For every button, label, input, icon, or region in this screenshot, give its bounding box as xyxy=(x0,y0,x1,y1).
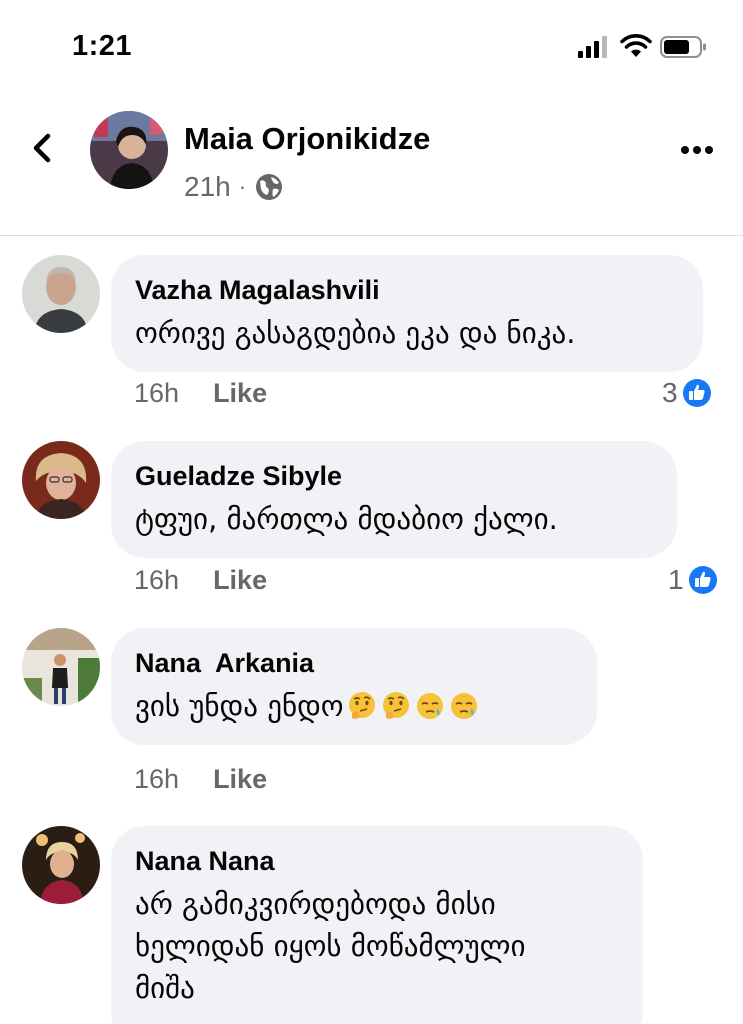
like-button[interactable]: Like xyxy=(213,764,267,795)
like-button[interactable]: Like xyxy=(213,565,267,596)
meta-separator: · xyxy=(238,174,247,199)
thinking-face-icon xyxy=(348,692,375,719)
comment-text-line: არ გამიკვირდებოდა მისი xyxy=(135,887,496,921)
comment-text: ვის უნდა ენდო xyxy=(135,689,344,723)
comment-text: ტფუი, მართლა მდაბიო ქალი. xyxy=(135,502,558,536)
thinking-face-icon xyxy=(382,692,409,719)
commenter-name[interactable]: Nana Nana xyxy=(135,843,619,879)
commenter-name[interactable]: Gueladze Sibyle xyxy=(135,458,653,494)
comment-bubble: Vazha Magalashvili ორივე გასაგდებია ეკა … xyxy=(111,255,703,372)
more-options-icon[interactable] xyxy=(680,145,714,155)
thumbs-up-icon xyxy=(688,566,717,594)
comment-actions: 16h Like xyxy=(134,378,267,409)
comment-text-line: მიშა xyxy=(135,971,195,1005)
comment-time: 16h xyxy=(134,565,180,595)
commenter-avatar[interactable] xyxy=(22,255,100,333)
commenter-name[interactable]: Nana Arkania xyxy=(135,645,573,681)
status-bar: 1:21 xyxy=(0,0,743,90)
sleepy-face-icon xyxy=(450,693,477,719)
comment-text-line: ხელიდან იყოს მოწამლული xyxy=(135,929,526,963)
commenter-name[interactable]: Vazha Magalashvili xyxy=(135,272,679,308)
comment-bubble: Nana Nana არ გამიკვირდებოდა მისი ხელიდან… xyxy=(111,826,643,1024)
comment-bubble: Gueladze Sibyle ტფუი, მართლა მდაბიო ქალი… xyxy=(111,441,677,558)
globe-icon xyxy=(256,174,283,200)
post-header: Maia Orjonikidze 21h · xyxy=(0,95,743,235)
commenter-avatar[interactable] xyxy=(22,826,100,904)
comment-text: არ გამიკვირდებოდა მისი ხელიდან იყოს მოწა… xyxy=(135,883,619,1009)
commenter-avatar[interactable] xyxy=(22,628,100,706)
thumbs-up-icon xyxy=(682,379,711,407)
status-time: 1:21 xyxy=(72,30,133,62)
header-divider xyxy=(0,235,743,236)
comment-time: 16h xyxy=(134,378,180,408)
post-meta: 21h · xyxy=(184,171,284,203)
comment-actions: 16h Like xyxy=(134,565,267,596)
reaction-count-value: 3 xyxy=(662,377,678,408)
like-button[interactable]: Like xyxy=(213,378,267,409)
sleepy-face-icon xyxy=(416,693,443,719)
reaction-count[interactable]: 1 xyxy=(668,564,718,596)
comment-time: 16h xyxy=(134,764,180,794)
comment-actions: 16h Like xyxy=(134,764,267,795)
comment-text: ორივე გასაგდებია ეკა და ნიკა. xyxy=(135,316,576,350)
author-avatar[interactable] xyxy=(90,111,168,189)
reaction-count-value: 1 xyxy=(668,564,684,595)
back-chevron-icon[interactable] xyxy=(28,131,58,165)
post-time: 21h xyxy=(184,171,231,202)
wifi-icon xyxy=(620,34,652,57)
comment-bubble: Nana Arkania ვის უნდა ენდო xyxy=(111,628,597,745)
comment-text-row: ვის უნდა ენდო xyxy=(135,685,573,727)
commenter-avatar[interactable] xyxy=(22,441,100,519)
cellular-signal-icon xyxy=(578,36,607,58)
battery-icon xyxy=(660,36,706,58)
reaction-count[interactable]: 3 xyxy=(662,377,712,409)
author-name[interactable]: Maia Orjonikidze xyxy=(184,121,430,157)
